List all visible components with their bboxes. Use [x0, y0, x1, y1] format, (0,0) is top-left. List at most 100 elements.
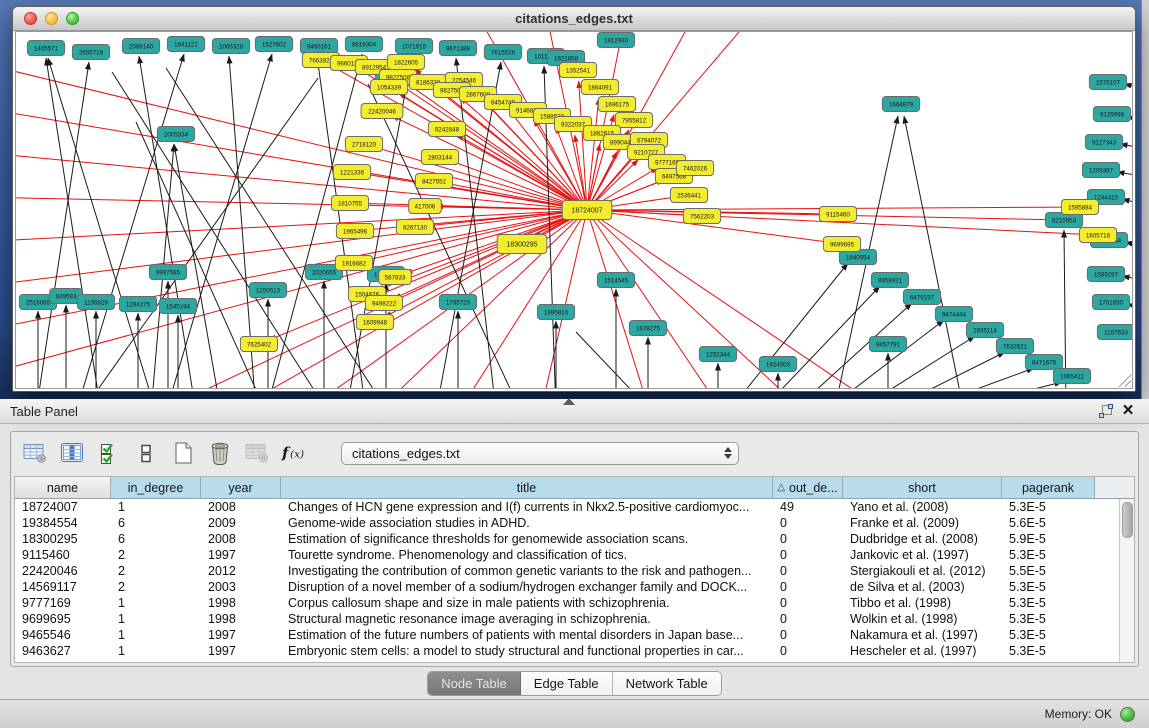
graph-node[interactable]: 7955812: [615, 113, 652, 128]
graph-node[interactable]: 2089140: [122, 39, 159, 54]
graph-node[interactable]: 1352541: [559, 63, 596, 78]
graph-node[interactable]: 1589297: [1087, 267, 1124, 282]
close-window-button[interactable]: [24, 12, 37, 25]
graph-node[interactable]: 1605718: [1079, 228, 1116, 243]
splitter-handle[interactable]: [563, 398, 575, 405]
table-row[interactable]: 977716911998Corpus callosum shape and si…: [15, 595, 1134, 611]
graph-node[interactable]: 2655718: [72, 45, 109, 60]
citation-graph[interactable]: 1405571265571820891401841121106532815276…: [16, 32, 1133, 389]
graph-node[interactable]: 1221336: [333, 165, 370, 180]
graph-node[interactable]: 1916682: [335, 256, 372, 271]
graph-node[interactable]: 1065328: [212, 39, 249, 54]
table-scrollbar-thumb[interactable]: [1122, 502, 1133, 538]
graph-node[interactable]: 18300295: [497, 235, 547, 254]
graph-node[interactable]: 9498222: [365, 296, 402, 311]
graph-node[interactable]: 1701650: [1092, 295, 1129, 310]
new-column-icon[interactable]: [169, 439, 197, 467]
table-row[interactable]: 1938455462009Genome-wide association stu…: [15, 515, 1134, 531]
column-header-year[interactable]: year: [201, 477, 281, 499]
column-header-name[interactable]: name: [15, 477, 111, 499]
graph-node[interactable]: 7615526: [484, 45, 521, 60]
graph-node[interactable]: 7632621: [996, 339, 1033, 354]
function-builder-icon[interactable]: f(x): [280, 439, 308, 467]
graph-node[interactable]: 9115460: [819, 207, 856, 222]
table-selector-dropdown[interactable]: citations_edges.txt: [341, 442, 739, 465]
zoom-window-button[interactable]: [66, 12, 79, 25]
graph-node[interactable]: 1995810: [537, 305, 574, 320]
graph-node[interactable]: 1812930: [597, 33, 634, 48]
table-row[interactable]: 946362711997Embryonic stem cells: a mode…: [15, 643, 1134, 659]
graph-node[interactable]: 1250513: [249, 283, 286, 298]
graph-node[interactable]: 6479197: [903, 290, 940, 305]
column-header-in-degree[interactable]: in_degree: [111, 477, 201, 499]
graph-node[interactable]: 1864091: [581, 80, 618, 95]
graph-node[interactable]: 1841121: [167, 37, 204, 52]
network-canvas[interactable]: 1405571265571820891401841121106532815276…: [15, 31, 1133, 389]
column-header-title[interactable]: title: [281, 477, 773, 499]
graph-node[interactable]: 8267130: [396, 220, 433, 235]
graph-node[interactable]: 9242848: [428, 122, 465, 137]
graph-node[interactable]: 18724007: [562, 201, 612, 220]
graph-node[interactable]: 1965496: [336, 224, 373, 239]
table-scrollbar[interactable]: [1119, 499, 1134, 662]
table-row[interactable]: 946554611997Estimation of the future num…: [15, 627, 1134, 643]
graph-node[interactable]: 9129996: [1093, 107, 1130, 122]
graph-node[interactable]: 8958921: [871, 273, 908, 288]
graph-node[interactable]: 7625402: [240, 337, 277, 352]
graph-node[interactable]: 1696175: [598, 97, 635, 112]
graph-node[interactable]: 1065411: [1053, 369, 1090, 384]
graph-node[interactable]: 9227343: [1085, 135, 1122, 150]
graph-node[interactable]: 9699695: [823, 237, 860, 252]
graph-node[interactable]: 1822605: [387, 55, 424, 70]
graph-node[interactable]: 1664879: [882, 97, 919, 112]
table-mode-icon[interactable]: [21, 439, 49, 467]
graph-node[interactable]: 8427552: [415, 174, 452, 189]
graph-node[interactable]: 9474444: [935, 307, 972, 322]
table-row[interactable]: 1830029562008Estimation of significance …: [15, 531, 1134, 547]
row-selection-icon[interactable]: [95, 439, 123, 467]
graph-node[interactable]: 1292344: [699, 347, 736, 362]
graph-node[interactable]: 9466161: [300, 39, 337, 54]
graph-node[interactable]: 1405571: [27, 41, 64, 56]
column-visibility-icon[interactable]: [58, 439, 86, 467]
table-row[interactable]: 911546021997Tourette syndrome. Phenomeno…: [15, 547, 1134, 563]
tab-node-table[interactable]: Node Table: [428, 672, 521, 695]
graph-node[interactable]: 1609948: [356, 315, 393, 330]
graph-node[interactable]: 7562203: [683, 209, 720, 224]
column-header-pagerank[interactable]: pagerank: [1002, 477, 1095, 499]
graph-node[interactable]: 1810755: [331, 196, 368, 211]
graph-node[interactable]: 1156829: [77, 295, 114, 310]
graph-node[interactable]: 22420046: [361, 104, 403, 119]
graph-node[interactable]: 9457791: [869, 337, 906, 352]
table-row[interactable]: 2242004622012Investigating the contribut…: [15, 563, 1134, 579]
tab-network-table[interactable]: Network Table: [613, 672, 721, 695]
graph-node[interactable]: 2803144: [421, 150, 458, 165]
graph-node[interactable]: 417006: [409, 199, 442, 214]
tab-edge-table[interactable]: Edge Table: [521, 672, 613, 695]
graph-node[interactable]: 1795725: [439, 295, 476, 310]
graph-node[interactable]: 9671388: [439, 41, 476, 56]
graph-node[interactable]: 8471676: [1025, 355, 1062, 370]
graph-node[interactable]: 587833: [379, 270, 412, 285]
graph-node[interactable]: 1575107: [1089, 75, 1126, 90]
graph-node[interactable]: 2935114: [966, 323, 1003, 338]
graph-node[interactable]: 1294275: [119, 297, 156, 312]
delete-table-icon[interactable]: [243, 439, 271, 467]
graph-node[interactable]: 1209387: [1082, 163, 1119, 178]
graph-node[interactable]: 1054339: [370, 80, 407, 95]
graph-node[interactable]: 1545194: [159, 299, 196, 314]
row-height-icon[interactable]: [132, 439, 160, 467]
window-titlebar[interactable]: citations_edges.txt: [13, 7, 1135, 31]
graph-node[interactable]: 1595884: [1061, 200, 1098, 215]
graph-node[interactable]: 1167533: [1097, 325, 1133, 340]
graph-node[interactable]: 1071915: [395, 39, 432, 54]
graph-node[interactable]: 2536441: [670, 188, 707, 203]
table-row[interactable]: 1872400712008Changes of HCN gene express…: [15, 499, 1134, 515]
close-panel-icon[interactable]: ×: [1117, 401, 1139, 421]
minimize-window-button[interactable]: [45, 12, 58, 25]
graph-node[interactable]: 2005334: [157, 127, 194, 142]
delete-column-icon[interactable]: [206, 439, 234, 467]
graph-node[interactable]: 2718120: [345, 137, 382, 152]
graph-node[interactable]: 1678275: [629, 321, 666, 336]
column-header-short[interactable]: short: [843, 477, 1002, 499]
